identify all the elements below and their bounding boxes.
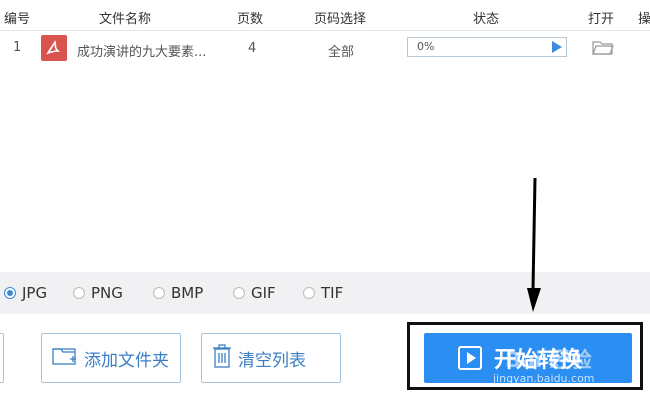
format-gif[interactable]: GIF [233, 284, 276, 302]
open-folder-icon[interactable] [592, 39, 614, 59]
add-file-button[interactable] [0, 333, 4, 383]
play-icon[interactable] [552, 41, 562, 53]
table-header: 编号 文件名称 页数 页码选择 状态 打开 操 [0, 0, 650, 31]
radio-icon[interactable] [233, 287, 245, 299]
col-action: 操 [638, 12, 650, 27]
format-tif[interactable]: TIF [303, 284, 343, 302]
row-file-name: 成功演讲的九大要素... [77, 45, 207, 60]
trash-icon [212, 343, 232, 373]
status-progress-bar: 0% [407, 37, 567, 57]
output-format-bar: JPG PNG BMP GIF TIF [0, 272, 650, 314]
col-index: 编号 [4, 12, 31, 27]
format-jpg[interactable]: JPG [4, 284, 47, 302]
progress-percent: 0% [417, 40, 435, 53]
format-bmp[interactable]: BMP [153, 284, 203, 302]
watermark-url: jingyan.baidu.com [493, 372, 595, 385]
format-png[interactable]: PNG [73, 284, 123, 302]
radio-icon[interactable] [153, 287, 165, 299]
play-icon [458, 346, 482, 370]
row-page-selection[interactable]: 全部 [328, 41, 354, 60]
annotation-arrow-icon [526, 177, 542, 318]
row-index: 1 [13, 40, 22, 55]
radio-icon[interactable] [303, 287, 315, 299]
watermark-logo: Bai 经验 [505, 348, 592, 372]
col-page-select: 页码选择 [314, 12, 367, 27]
col-status: 状态 [473, 12, 500, 27]
add-folder-icon [52, 346, 78, 371]
add-folder-button[interactable]: 添加文件夹 [41, 333, 181, 383]
col-file-name: 文件名称 [99, 12, 152, 27]
row-pages: 4 [248, 41, 257, 56]
radio-icon[interactable] [73, 287, 85, 299]
radio-selected-icon[interactable] [4, 287, 16, 299]
clear-list-button[interactable]: 清空列表 [201, 333, 341, 383]
col-pages: 页数 [237, 12, 264, 27]
col-open: 打开 [588, 12, 615, 27]
pdf-file-icon [41, 35, 67, 61]
